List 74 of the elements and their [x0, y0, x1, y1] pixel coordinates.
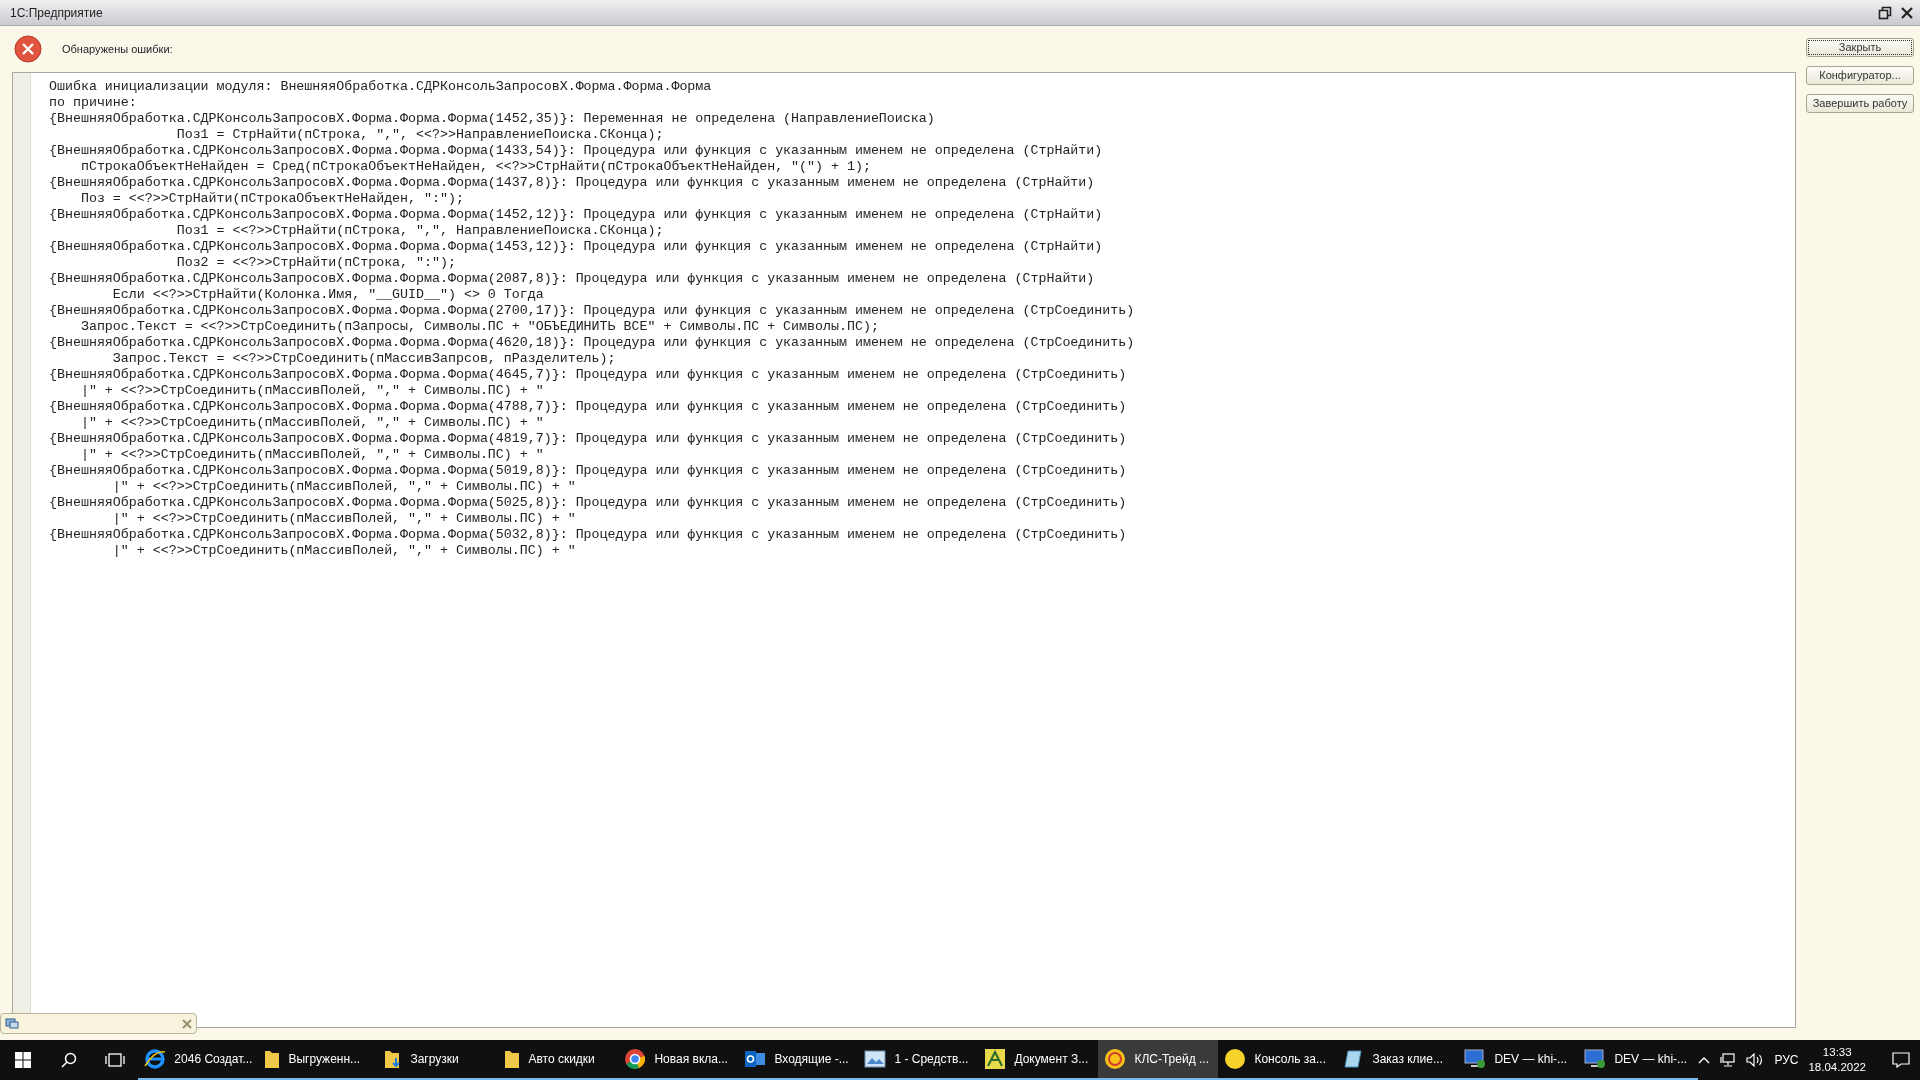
error-text-line: пСтрокаОбъектНеНайден = Сред(пСтрокаОбъектНеНайден, <<?>>СтрНайти(пСтрокаОбъектНеНайден, "(") + 1); — [79, 159, 872, 175]
error-text-line: Запрос.Текст = <<?>>СтрСоединить(пМассивЗапрсов, пРазделитель); — [111, 351, 617, 367]
taskbar-app[interactable]: КЛС-Трейд ... — [1098, 1040, 1219, 1080]
dialog-button[interactable]: Завершить работу — [1806, 94, 1914, 113]
error-text-line: Поз1 = <<?>>СтрНайти(пСтрока, ",", НаправлениеПоиска.СКонца); — [175, 223, 665, 239]
dialog-button[interactable]: Конфигуратор... — [1806, 66, 1914, 85]
mail-app-icon — [744, 1049, 767, 1069]
browser-icon — [624, 1048, 647, 1070]
error-text-line: |" + <<?>>СтрСоединить(пМассивПолей, "," + Символы.ПС) + " — [79, 447, 545, 463]
error-text-line: {ВнешняяОбработка.СДРКонсольЗапросовХ.Форма.Форма.Форма(1452,12)}: Процедура или функция с указанным именем не определена (СтрНайти) — [49, 207, 1104, 223]
error-text-line: {ВнешняяОбработка.СДРКонсольЗапросовХ.Форма.Форма.Форма(5032,8)}: Процедура или функция с указанным именем не определена (СтрСоединить) — [49, 527, 1128, 543]
error-text-line: {ВнешняяОбработка.СДРКонсольЗапросовХ.Форма.Форма.Форма(2087,8)}: Процедура или функция с указанным именем не определена (СтрНайти) — [49, 271, 1096, 287]
error-text-line: Ошибка инициализации модуля: ВнешняяОбработка.СДРКонсольЗапросовХ.Форма.Форма.Форма — [49, 79, 713, 95]
error-text-line: |" + <<?>>СтрСоединить(пМассивПолей, "," + Символы.ПС) + " — [79, 383, 545, 399]
taskbar-app[interactable]: DEV — khi-... — [1578, 1040, 1699, 1080]
error-text-line: |" + <<?>>СтрСоединить(пМассивПолей, "," + Символы.ПС) + " — [111, 479, 577, 495]
circle-icon — [1224, 1048, 1247, 1070]
error-text-line: {ВнешняяОбработка.СДРКонсольЗапросовХ.Форма.Форма.Форма(4645,7)}: Процедура или функция с указанным именем не определена (СтрСоединить) — [49, 367, 1128, 383]
error-text-line: |" + <<?>>СтрСоединить(пМассивПолей, "," + Символы.ПС) + " — [111, 543, 577, 559]
taskbar-app[interactable]: Выгруженн... — [258, 1040, 379, 1080]
taskbar-app[interactable]: 2046 Создат... — [138, 1040, 259, 1080]
taskbar-app[interactable]: Заказ клие... — [1338, 1040, 1459, 1080]
error-icon — [14, 35, 42, 63]
error-text-line: {ВнешняяОбработка.СДРКонсольЗапросовХ.Форма.Форма.Форма(1433,54)}: Процедура или функция с указанным именем не определена (СтрНайти) — [49, 143, 1104, 159]
folder-icon — [264, 1049, 281, 1069]
error-text-line: {ВнешняяОбработка.СДРКонсольЗапросовХ.Форма.Форма.Форма(1452,35)}: Переменная не определена (НаправлениеПоиска) — [49, 111, 936, 127]
error-text-area[interactable] — [12, 72, 1796, 1028]
taskbar-app[interactable]: Новая вкла... — [618, 1040, 739, 1080]
language-indicator[interactable]: РУС — [1774, 1051, 1799, 1069]
restore-icon[interactable] — [1878, 5, 1892, 20]
error-text-line: Если <<?>>СтрНайти(Колонка.Имя, "__GUID__") <> 0 Тогда — [111, 287, 545, 303]
taskbar-app[interactable]: Консоль за... — [1218, 1040, 1339, 1080]
error-text-line: Поз1 = СтрНайти(пСтрока, ",", <<?>>НаправлениеПоиска.СКонца); — [175, 127, 665, 143]
windows-start-icon[interactable] — [15, 1052, 32, 1068]
error-text-line: {ВнешняяОбработка.СДРКонсольЗапросовХ.Форма.Форма.Форма(5025,8)}: Процедура или функция с указанным именем не определена (СтрСоединить) — [49, 495, 1128, 511]
notifications-icon[interactable] — [1892, 1052, 1910, 1068]
error-text-line: Поз = <<?>>СтрНайти(пСтрокаОбъектНеНайден, ":"); — [79, 191, 465, 207]
search-icon[interactable] — [61, 1052, 78, 1068]
error-text-line: {ВнешняяОбработка.СДРКонсольЗапросовХ.Форма.Форма.Форма(2700,17)}: Процедура или функция с указанным именем не определена (СтрСоединить) — [49, 303, 1135, 319]
taskbar-app[interactable]: Авто скидки — [498, 1040, 619, 1080]
taskbar-app[interactable]: Входящие -... — [738, 1040, 859, 1080]
drawing-tool-icon — [984, 1048, 1007, 1070]
chevron-up-icon[interactable] — [1698, 1056, 1711, 1064]
error-text-line: Запрос.Текст = <<?>>СтрСоединить(пЗапросы, Символы.ПС + "ОБЪЕДИНИТЬ ВСЕ" + Символы.ПС + Символы.ПС); — [79, 319, 880, 335]
remote-desktop-icon — [1584, 1049, 1607, 1069]
error-text-line: {ВнешняяОбработка.СДРКонсольЗапросовХ.Форма.Форма.Форма(4788,7)}: Процедура или функция с указанным именем не определена (СтрСоединить) — [49, 399, 1128, 415]
network-icon[interactable] — [1720, 1053, 1737, 1067]
window-title: 1С:Предприятие — [10, 4, 103, 22]
clock[interactable]: 13:33 18.04.2022 — [1808, 1045, 1866, 1075]
error-text-line: |" + <<?>>СтрСоединить(пМассивПолей, "," + Символы.ПС) + " — [79, 415, 545, 431]
error-text-line: {ВнешняяОбработка.СДРКонсольЗапросовХ.Форма.Форма.Форма(4620,18)}: Процедура или функция с указанным именем не определена (СтрСоединить) — [49, 335, 1135, 351]
error-text-line: {ВнешняяОбработка.СДРКонсольЗапросовХ.Форма.Форма.Форма(1437,8)}: Процедура или функция с указанным именем не определена (СтрНайти) — [49, 175, 1096, 191]
speaker-icon[interactable] — [1746, 1053, 1765, 1067]
picture-window-icon — [864, 1050, 887, 1068]
error-header: Обнаружены ошибки: — [62, 41, 173, 57]
logo-icon — [1104, 1048, 1127, 1070]
taskbar-app[interactable]: DEV — khi-... — [1458, 1040, 1579, 1080]
computer-icon — [5, 1017, 19, 1030]
remote-desktop-icon — [1464, 1049, 1487, 1069]
error-text-line: {ВнешняяОбработка.СДРКонсольЗапросовХ.Форма.Форма.Форма(1453,12)}: Процедура или функция с указанным именем не определена (СтрНайти) — [49, 239, 1104, 255]
folder-icon — [504, 1049, 521, 1069]
error-text-line: Поз2 = <<?>>СтрНайти(пСтрока, ":"); — [175, 255, 457, 271]
taskbar-app[interactable]: Загрузки — [378, 1040, 499, 1080]
error-text-line: {ВнешняяОбработка.СДРКонсольЗапросовХ.Форма.Форма.Форма(4819,7)}: Процедура или функция с указанным именем не определена (СтрСоединить) — [49, 431, 1128, 447]
e-logo-icon — [144, 1048, 167, 1070]
error-text-line: по причине: — [49, 95, 138, 111]
taskbar-app[interactable]: 1 - Средств... — [858, 1040, 979, 1080]
error-text-line: {ВнешняяОбработка.СДРКонсольЗапросовХ.Форма.Форма.Форма(5019,8)}: Процедура или функция с указанным именем не определена (СтрСоединить) — [49, 463, 1128, 479]
download-folder-icon — [384, 1049, 403, 1069]
close-icon[interactable] — [1900, 5, 1914, 20]
dialog-button[interactable]: Закрыть — [1806, 38, 1914, 57]
document-icon — [1344, 1049, 1365, 1069]
error-text-line: |" + <<?>>СтрСоединить(пМассивПолей, "," + Символы.ПС) + " — [111, 511, 577, 527]
task-view-icon[interactable] — [105, 1053, 126, 1067]
